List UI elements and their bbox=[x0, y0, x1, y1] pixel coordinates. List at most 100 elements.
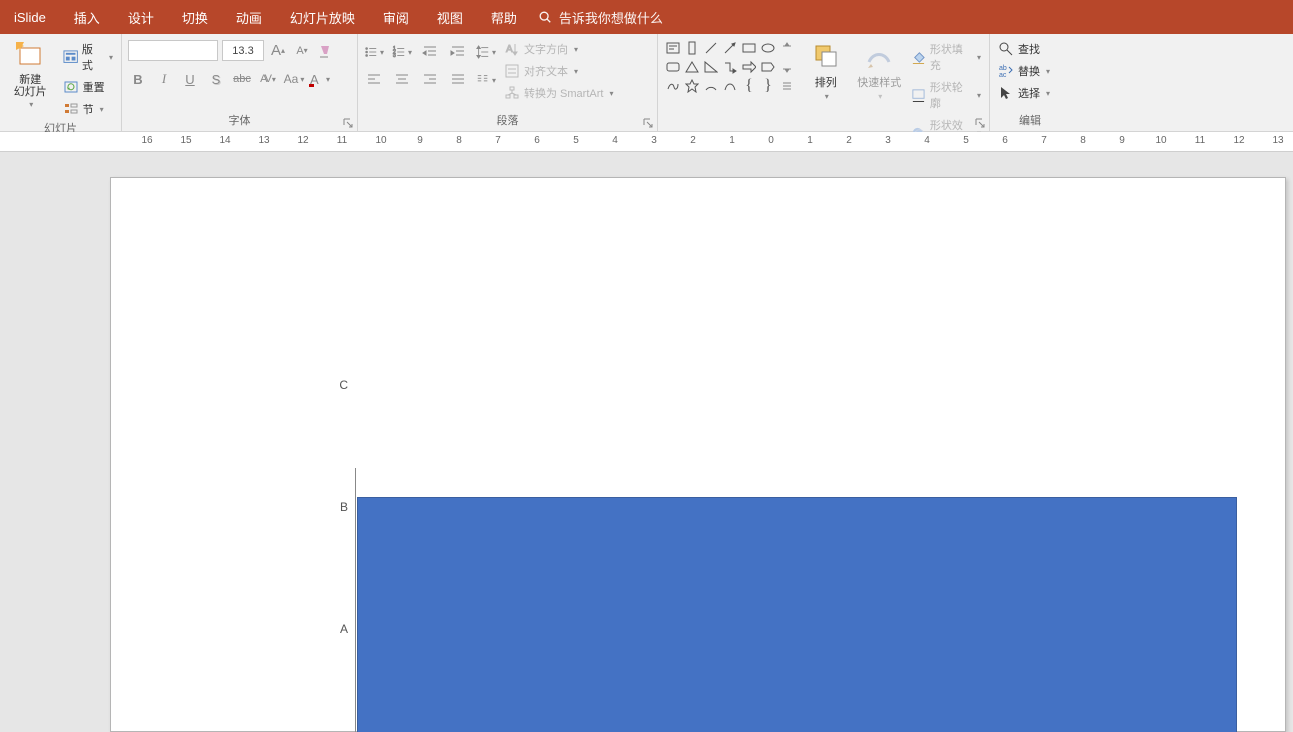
shape-more-row1[interactable] bbox=[778, 39, 796, 57]
numbering-button[interactable]: 123 bbox=[392, 42, 412, 62]
shape-rect-icon[interactable] bbox=[740, 39, 758, 57]
ruler-label: 5 bbox=[573, 135, 579, 146]
shape-elbow-icon[interactable] bbox=[721, 58, 739, 76]
ruler-label: 5 bbox=[963, 135, 969, 146]
shape-arrow-icon[interactable] bbox=[740, 58, 758, 76]
shape-arrowline-icon[interactable] bbox=[721, 39, 739, 57]
align-text-button[interactable]: 对齐文本 bbox=[502, 62, 615, 80]
new-slide-label: 新建 幻灯片 bbox=[14, 74, 47, 98]
svg-text:ab: ab bbox=[999, 65, 1007, 72]
tell-me[interactable]: 告诉我你想做什么 bbox=[537, 8, 663, 27]
quick-styles-button[interactable]: 快速样式 bbox=[855, 36, 902, 101]
strike-button[interactable]: abc bbox=[232, 69, 252, 89]
shape-star-icon[interactable] bbox=[683, 77, 701, 95]
underline-button[interactable]: U bbox=[180, 69, 200, 89]
reset-button[interactable]: 重置 bbox=[61, 78, 115, 96]
shape-outline-icon bbox=[911, 87, 926, 103]
ruler-label: 15 bbox=[180, 135, 191, 146]
tab-view[interactable]: 视图 bbox=[423, 0, 477, 34]
justify-button[interactable] bbox=[448, 70, 468, 90]
find-label: 查找 bbox=[1018, 41, 1040, 57]
shape-arc-icon[interactable] bbox=[702, 77, 720, 95]
find-button[interactable]: 查找 bbox=[996, 40, 1052, 58]
ruler-label: 6 bbox=[534, 135, 540, 146]
group-paragraph-title: 段落 bbox=[364, 110, 651, 131]
chart-category-label: C bbox=[336, 378, 348, 392]
align-right-button[interactable] bbox=[420, 70, 440, 90]
shape-free-icon[interactable] bbox=[664, 77, 682, 95]
bullets-button[interactable] bbox=[364, 42, 384, 62]
shape-expand-icon[interactable] bbox=[778, 77, 796, 95]
layout-button[interactable]: 版式 bbox=[61, 40, 115, 74]
line-spacing-button[interactable] bbox=[476, 42, 496, 62]
change-case-button[interactable]: Aa bbox=[284, 69, 304, 89]
font-name-input[interactable] bbox=[128, 40, 218, 61]
shape-triangle-icon[interactable] bbox=[683, 58, 701, 76]
shape-pentagon-icon[interactable] bbox=[759, 58, 777, 76]
shape-outline-button[interactable]: 形状轮廓 bbox=[909, 78, 983, 112]
shape-line-icon[interactable] bbox=[702, 39, 720, 57]
align-left-button[interactable] bbox=[364, 70, 384, 90]
shape-curve-icon[interactable] bbox=[721, 77, 739, 95]
section-button[interactable]: 节 bbox=[61, 100, 115, 118]
decrease-indent-button[interactable] bbox=[420, 42, 440, 62]
shape-rbrace-icon[interactable]: } bbox=[759, 77, 777, 95]
layout-label: 版式 bbox=[82, 41, 103, 73]
ruler-label: 16 bbox=[141, 135, 152, 146]
ruler-label: 2 bbox=[690, 135, 696, 146]
slide-editor[interactable]: ABC bbox=[0, 152, 1293, 732]
tab-design[interactable]: 设计 bbox=[114, 0, 168, 34]
shape-fill-label: 形状填充 bbox=[930, 41, 971, 73]
smartart-icon bbox=[504, 85, 520, 101]
shape-more-row2[interactable] bbox=[778, 58, 796, 76]
italic-button[interactable]: I bbox=[154, 69, 174, 89]
shape-roundrect-icon[interactable] bbox=[664, 58, 682, 76]
shape-textbox-icon[interactable] bbox=[664, 39, 682, 57]
chart-plot-area[interactable] bbox=[357, 497, 1237, 732]
ruler-label: 1 bbox=[729, 135, 735, 146]
tab-help[interactable]: 帮助 bbox=[477, 0, 531, 34]
align-center-button[interactable] bbox=[392, 70, 412, 90]
shapes-gallery[interactable]: { } bbox=[664, 39, 796, 95]
quick-styles-label: 快速样式 bbox=[857, 74, 901, 90]
select-button[interactable]: 选择 bbox=[996, 84, 1052, 102]
tab-transition[interactable]: 切换 bbox=[168, 0, 222, 34]
shape-fill-button[interactable]: 形状填充 bbox=[909, 40, 983, 74]
shape-rtriangle-icon[interactable] bbox=[702, 58, 720, 76]
text-direction-button[interactable]: A文字方向 bbox=[502, 40, 615, 58]
columns-button[interactable] bbox=[476, 70, 496, 90]
font-size-input[interactable] bbox=[222, 40, 264, 61]
tab-islide[interactable]: iSlide bbox=[0, 0, 60, 34]
group-editing-title: 编辑 bbox=[996, 110, 1064, 131]
replace-button[interactable]: abac替换 bbox=[996, 62, 1052, 80]
tab-animation[interactable]: 动画 bbox=[222, 0, 276, 34]
grow-font-button[interactable]: A▴ bbox=[268, 41, 288, 61]
font-color-button[interactable]: A bbox=[310, 69, 330, 89]
ruler-label: 8 bbox=[456, 135, 462, 146]
group-font: A▴ A▾ B I U S abc AV Aa A 字体 bbox=[122, 34, 358, 131]
increase-indent-button[interactable] bbox=[448, 42, 468, 62]
tab-slideshow[interactable]: 幻灯片放映 bbox=[276, 0, 369, 34]
tab-review[interactable]: 审阅 bbox=[369, 0, 423, 34]
shadow-button[interactable]: S bbox=[206, 69, 226, 89]
ruler-label: 7 bbox=[1041, 135, 1047, 146]
layout-icon bbox=[63, 49, 78, 65]
ruler-label: 4 bbox=[612, 135, 618, 146]
shape-oval-icon[interactable] bbox=[759, 39, 777, 57]
paragraph-dialog-launcher[interactable] bbox=[642, 116, 654, 128]
shape-lbrace-icon[interactable]: { bbox=[740, 77, 758, 95]
tab-insert[interactable]: 插入 bbox=[60, 0, 114, 34]
drawing-dialog-launcher[interactable] bbox=[974, 116, 986, 128]
shrink-font-button[interactable]: A▾ bbox=[292, 41, 312, 61]
select-label: 选择 bbox=[1018, 85, 1040, 101]
new-slide-button[interactable]: 新建 幻灯片 bbox=[6, 36, 55, 109]
text-direction-label: 文字方向 bbox=[524, 41, 568, 57]
bold-button[interactable]: B bbox=[128, 69, 148, 89]
smartart-button[interactable]: 转换为 SmartArt bbox=[502, 84, 615, 102]
font-dialog-launcher[interactable] bbox=[342, 116, 354, 128]
arrange-button[interactable]: 排列 bbox=[802, 36, 849, 101]
shape-vtext-icon[interactable] bbox=[683, 39, 701, 57]
clear-format-button[interactable] bbox=[316, 41, 336, 61]
smartart-label: 转换为 SmartArt bbox=[524, 85, 603, 101]
char-spacing-button[interactable]: AV bbox=[258, 69, 278, 89]
